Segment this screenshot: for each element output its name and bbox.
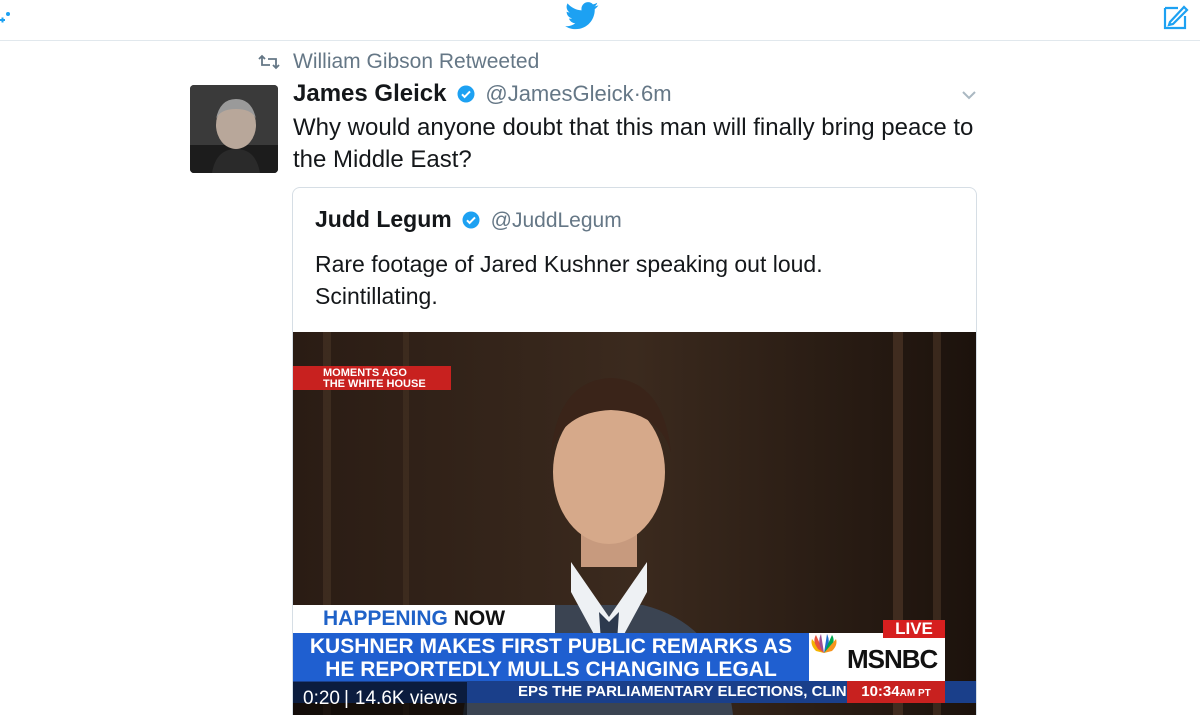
happening-now-banner: HAPPENING NOW <box>293 605 555 633</box>
tweet-timestamp[interactable]: 6m <box>641 81 672 106</box>
chevron-down-icon[interactable] <box>960 88 978 102</box>
author-name[interactable]: James Gleick <box>293 80 446 107</box>
retweet-context-text[interactable]: William Gibson Retweeted <box>293 50 539 74</box>
tweet-text: Why would anyone doubt that this man wil… <box>293 114 974 173</box>
peacock-logo-icon <box>811 634 837 653</box>
moments-ago-tag: MOMENTS AGO THE WHITE HOUSE <box>293 366 451 390</box>
add-user-icon[interactable] <box>0 6 10 30</box>
avatar-photo <box>190 85 278 173</box>
meta-separator: · <box>633 81 641 106</box>
author-handle[interactable]: @JamesGleick <box>485 81 633 106</box>
quoted-author-name[interactable]: Judd Legum <box>315 206 452 232</box>
video-stats-overlay: 0:20 | 14.6K views <box>293 682 468 715</box>
tag-line-2: THE WHITE HOUSE <box>323 378 426 390</box>
quoted-author-handle[interactable]: @JuddLegum <box>491 209 622 232</box>
verified-badge-icon <box>457 85 475 103</box>
video-views: 14.6K views <box>354 688 458 709</box>
quoted-text-line-1: Rare footage of Jared Kushner speaking o… <box>315 251 823 277</box>
top-bar <box>0 0 1200 41</box>
retweet-icon <box>258 54 280 70</box>
broadcast-time-suffix: AM PT <box>899 688 931 699</box>
twitter-bird-icon[interactable] <box>565 2 599 30</box>
live-badge: LIVE <box>883 620 945 638</box>
happening-text: HAPPENING <box>323 607 448 630</box>
quoted-text-line-2: Scintillating. <box>315 283 438 309</box>
video-duration: 0:20 <box>303 688 340 709</box>
overlay-separator: | <box>343 688 349 709</box>
verified-badge-icon <box>462 211 480 229</box>
quoted-tweet-header: Judd Legum @JuddLegum <box>315 206 622 233</box>
news-headline: KUSHNER MAKES FIRST PUBLIC REMARKS AS HE… <box>293 633 809 704</box>
tweet-header: James Gleick @JamesGleick·6m <box>293 80 672 112</box>
headline-line-1: KUSHNER MAKES FIRST PUBLIC REMARKS AS <box>309 635 793 658</box>
broadcast-time-value: 10:34 <box>861 683 900 700</box>
network-logo: MSNBC <box>809 633 945 681</box>
compose-tweet-icon[interactable] <box>1160 2 1190 32</box>
quoted-tweet-card[interactable]: Judd Legum @JuddLegum Rare footage of Ja… <box>292 187 977 715</box>
quoted-tweet-text: Rare footage of Jared Kushner speaking o… <box>315 248 935 312</box>
video-player[interactable]: MOMENTS AGO THE WHITE HOUSE HAPPENING NO… <box>293 332 976 715</box>
broadcast-time: 10:34AM PT <box>847 681 945 703</box>
network-name: MSNBC <box>847 644 938 674</box>
avatar[interactable] <box>190 85 278 173</box>
now-text: NOW <box>453 607 506 630</box>
